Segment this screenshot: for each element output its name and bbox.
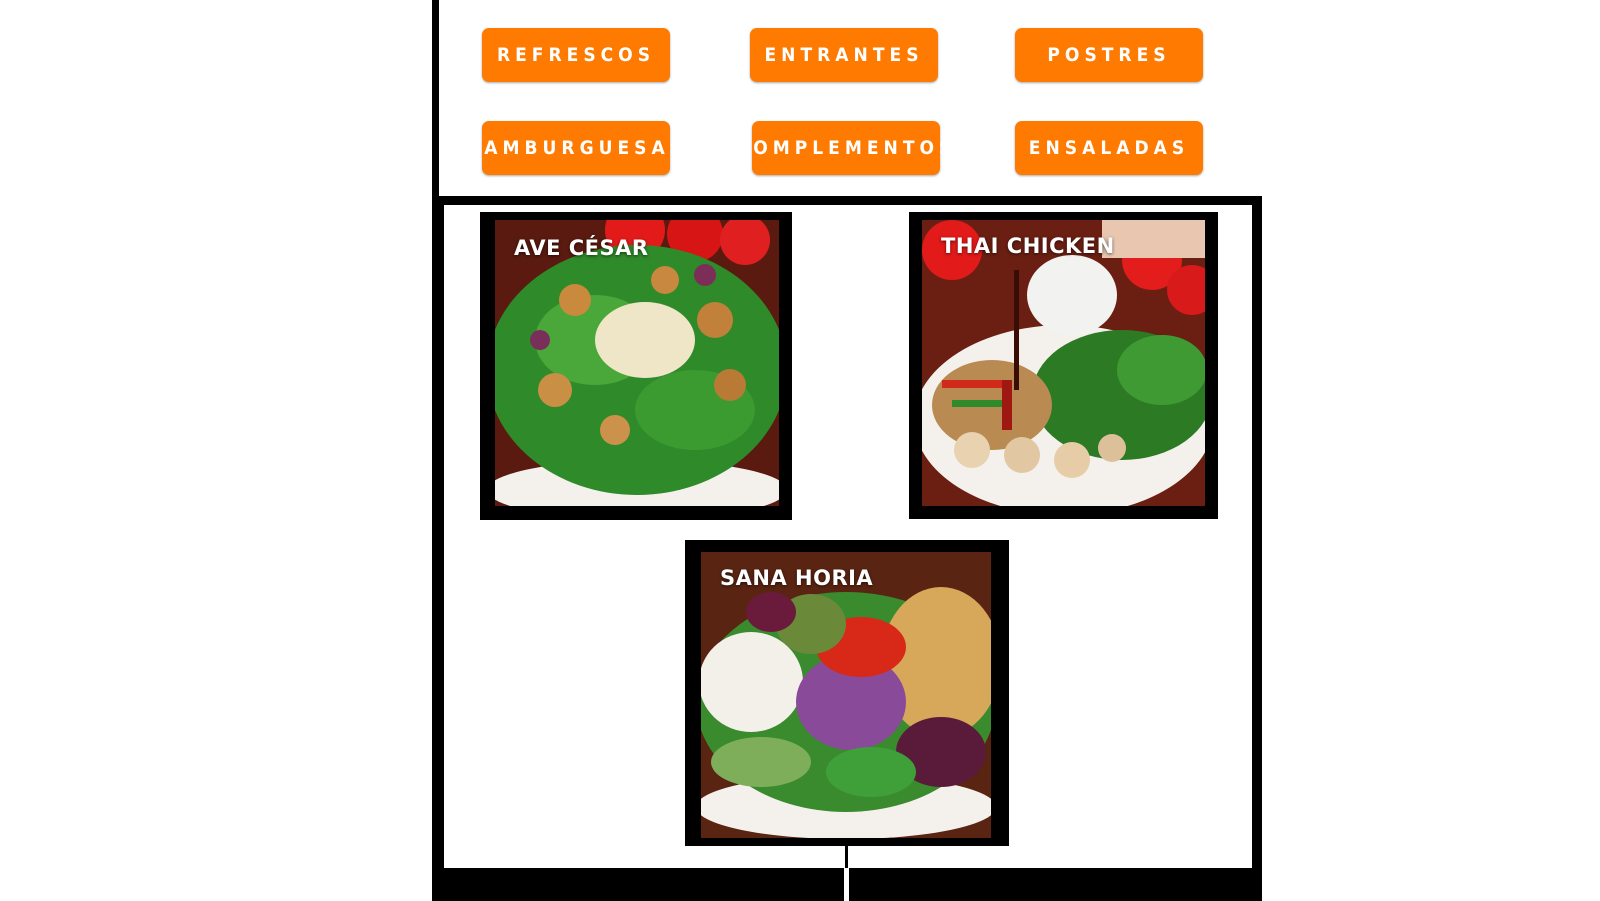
product-card-ave-cesar[interactable]: AVE CÉSAR bbox=[480, 212, 792, 520]
frame-inner-left-line bbox=[439, 205, 444, 901]
category-button-refrescos[interactable]: REFRESCOS bbox=[482, 28, 670, 82]
category-button-postres[interactable]: POSTRES bbox=[1015, 28, 1203, 82]
category-button-entrantes[interactable]: ENTRANTES bbox=[750, 28, 938, 82]
category-button-complementos[interactable]: COMPLEMENTOS bbox=[736, 121, 951, 175]
salad-photo bbox=[922, 220, 1205, 506]
frame-left-line bbox=[432, 0, 439, 901]
salad-photo bbox=[701, 552, 991, 838]
salad-photo bbox=[495, 220, 779, 506]
center-divider-line bbox=[845, 846, 848, 868]
frame-right-line bbox=[1252, 196, 1262, 901]
frame-bottom-gap bbox=[844, 868, 849, 901]
product-card-thai-chicken[interactable]: THAI CHICKEN bbox=[909, 212, 1218, 519]
product-card-sana-horia[interactable]: SANA HORIA bbox=[685, 540, 1009, 846]
product-title: THAI CHICKEN bbox=[941, 234, 1115, 258]
category-button-ensaladas[interactable]: ENSALADAS bbox=[1015, 121, 1203, 175]
frame-divider-line bbox=[432, 196, 1262, 205]
product-title: SANA HORIA bbox=[720, 566, 874, 590]
product-title: AVE CÉSAR bbox=[514, 236, 649, 260]
category-button-hamburguesas[interactable]: HAMBURGUESAS bbox=[465, 121, 682, 175]
